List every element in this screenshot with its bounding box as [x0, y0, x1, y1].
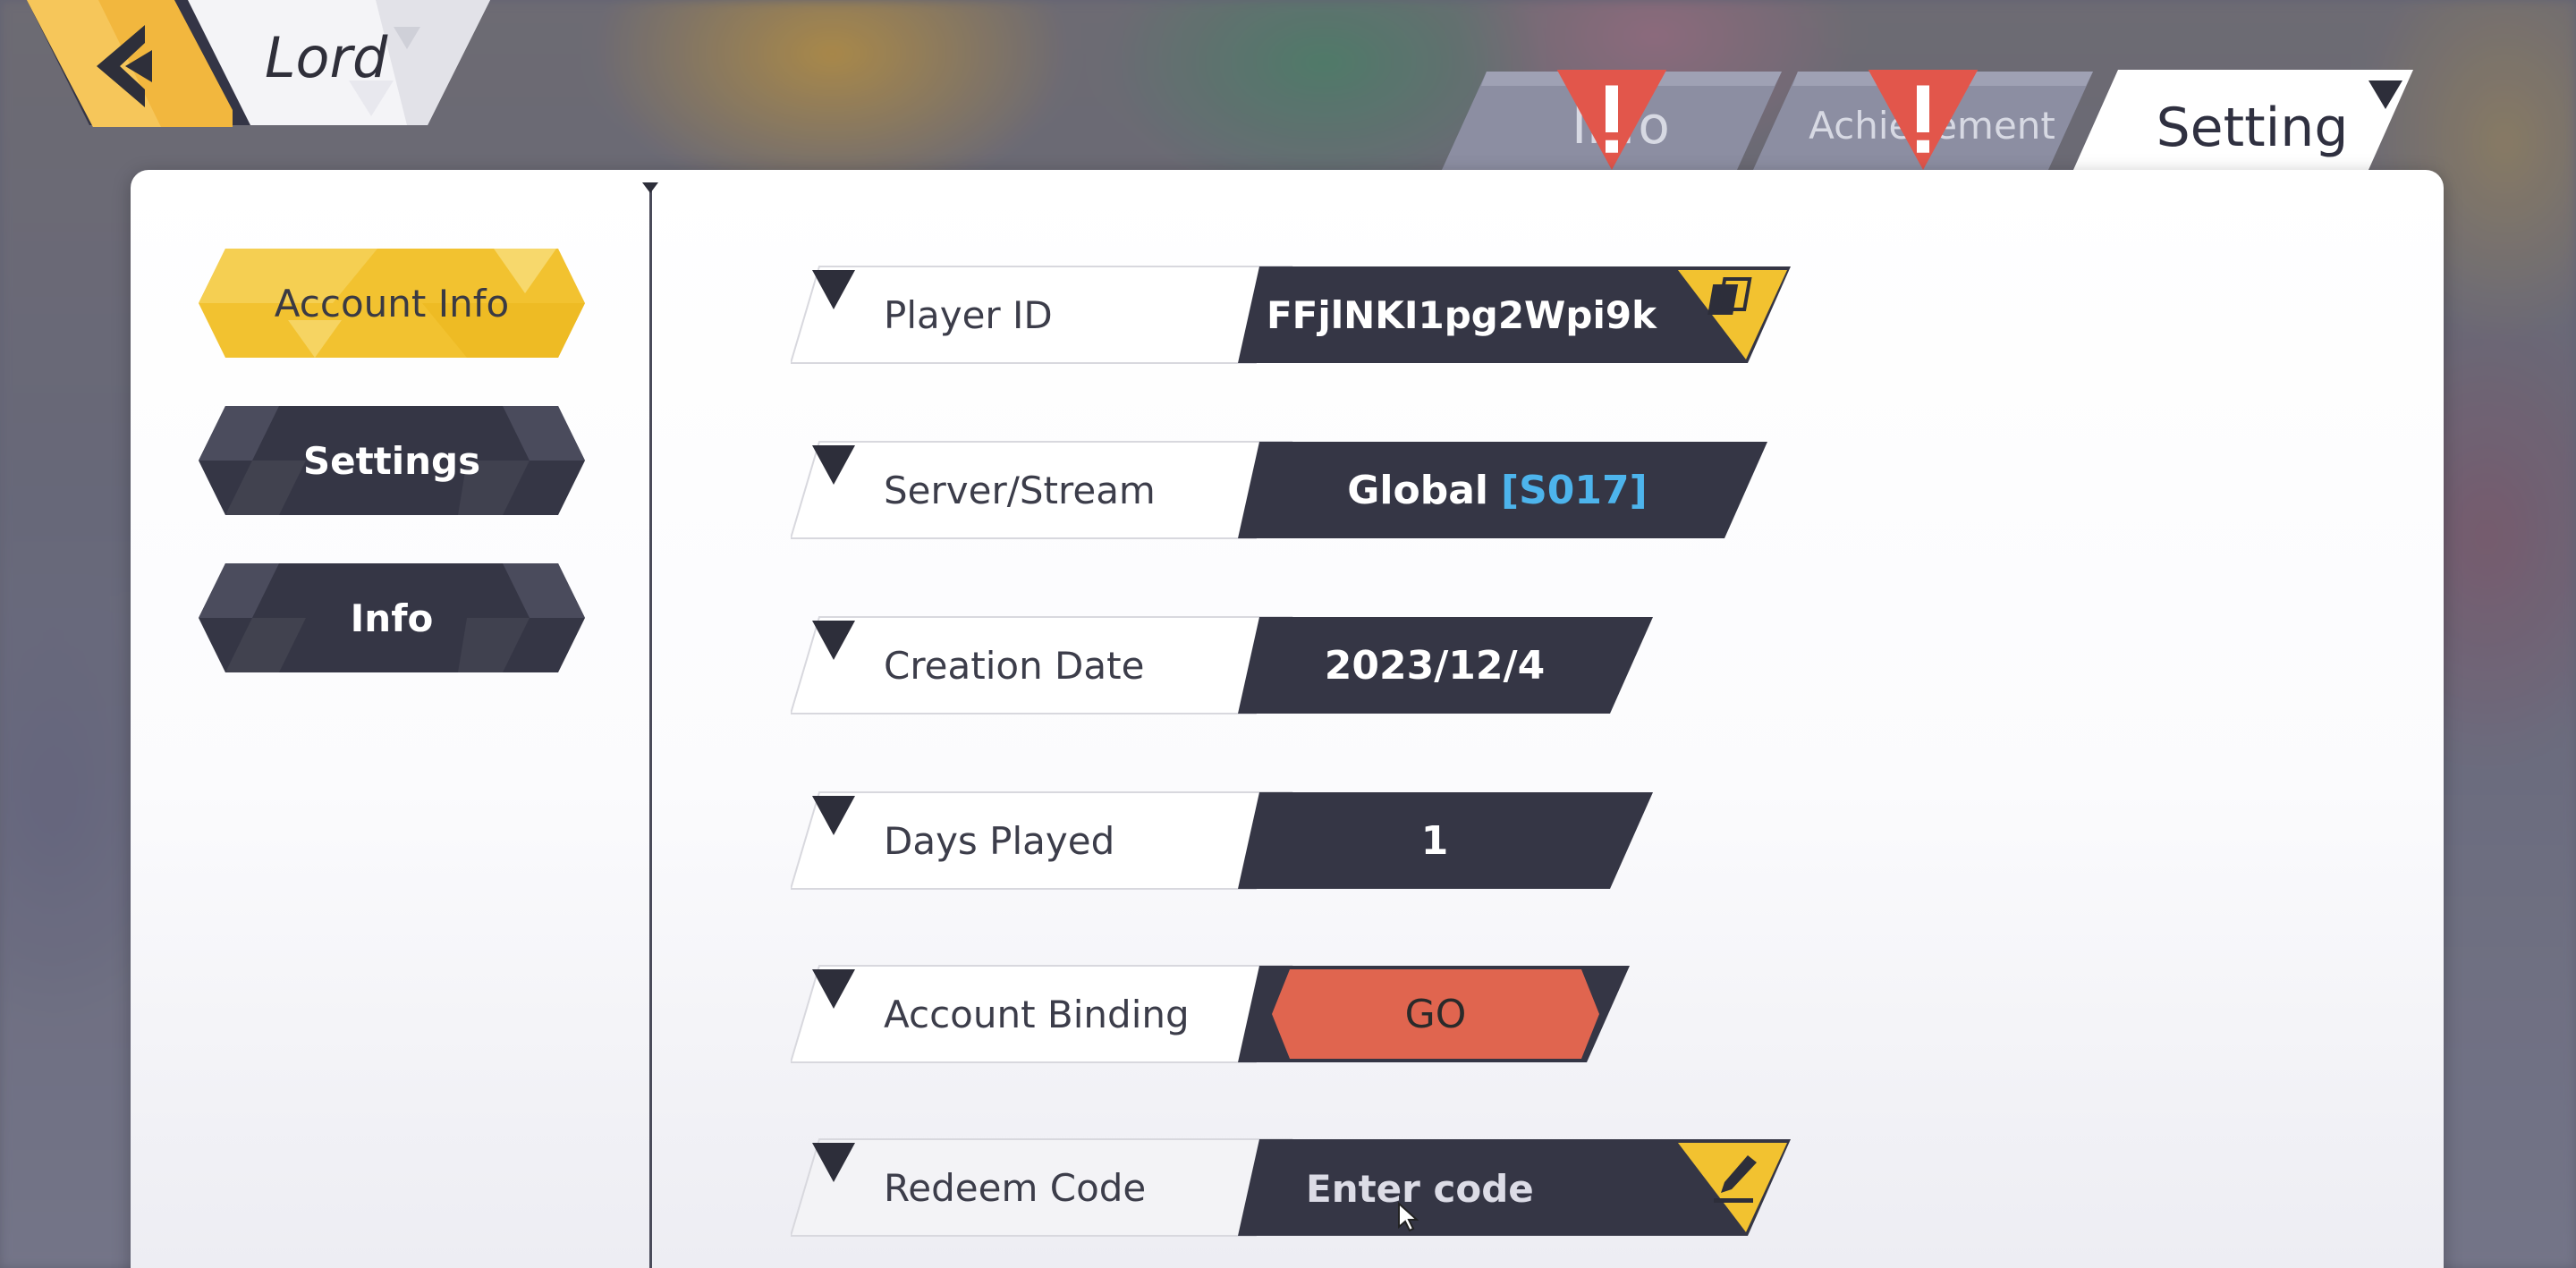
player-id-row: Player ID FFjlNKI1pg2Wpi9k [791, 265, 1792, 365]
days-played-row: Days Played 1 [791, 790, 1658, 891]
tab-info[interactable]: Info [1442, 70, 1782, 170]
sidebar-item-info[interactable]: Info [199, 563, 585, 672]
account-binding-row: Account Binding GO [791, 964, 1631, 1064]
alert-icon [1868, 70, 1979, 170]
creation-date-label: Creation Date [884, 643, 1145, 688]
player-id-label: Player ID [884, 292, 1053, 337]
mouse-cursor-icon [1398, 1202, 1419, 1232]
creation-date-value: 2023/12/4 [1324, 642, 1546, 689]
copy-button[interactable] [1678, 270, 1787, 359]
account-binding-label: Account Binding [884, 992, 1190, 1036]
sidebar-item-label: Account Info [274, 281, 510, 325]
sidebar-item-account-info[interactable]: Account Info [199, 249, 585, 358]
redeem-code-input[interactable] [1304, 1162, 1665, 1214]
tab-setting-label: Setting [2156, 97, 2349, 159]
days-played-value: 1 [1420, 817, 1449, 864]
days-played-label: Days Played [884, 818, 1115, 863]
page-title: Lord [265, 25, 388, 90]
sidebar-item-label: Info [350, 596, 434, 640]
alert-icon [1556, 70, 1667, 170]
tab-setting[interactable]: Setting [2073, 70, 2413, 170]
sidebar-item-settings[interactable]: Settings [199, 406, 585, 515]
title-badge: Lord [0, 0, 501, 134]
server-row: Server/Stream Global [S017] [791, 440, 1775, 540]
go-button[interactable]: GO [1272, 969, 1599, 1059]
server-tag: [S017] [1500, 467, 1648, 513]
tab-achievement[interactable]: Achievement [1753, 70, 2093, 170]
sidebar-item-label: Settings [302, 438, 481, 483]
go-button-label: GO [1404, 991, 1467, 1037]
creation-date-row: Creation Date 2023/12/4 [791, 615, 1658, 715]
redeem-code-row: Redeem Code [791, 1137, 1792, 1238]
server-value: Global [S017] [1274, 440, 1721, 540]
divider [649, 188, 652, 1268]
player-id-value: FFjlNKI1pg2Wpi9k [1266, 292, 1657, 337]
game-screen: Lord Info Achievement Setting [0, 0, 2576, 1268]
server-label: Server/Stream [884, 468, 1156, 512]
server-name: Global [1347, 467, 1488, 513]
back-button[interactable] [27, 0, 233, 134]
edit-code-button[interactable] [1678, 1143, 1787, 1232]
redeem-code-label: Redeem Code [884, 1165, 1147, 1210]
